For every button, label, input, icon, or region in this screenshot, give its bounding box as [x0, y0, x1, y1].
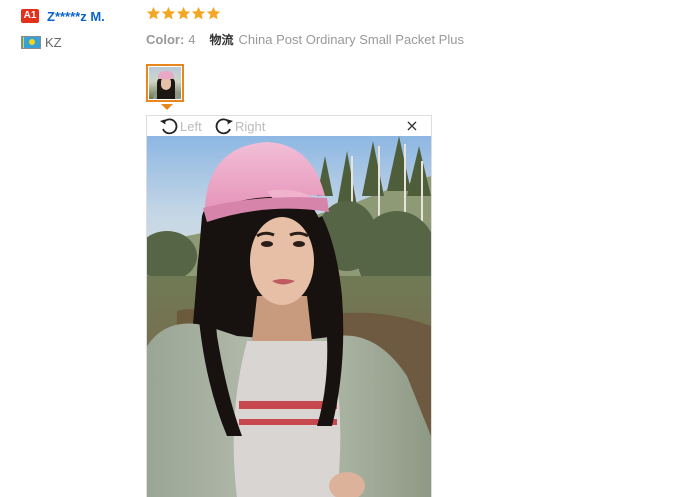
buyer-country: KZ: [21, 34, 62, 50]
rotate-left-icon: [160, 118, 178, 135]
buyer-level-badge: A1: [21, 9, 39, 23]
review-photo: [147, 136, 431, 497]
rotate-left-button[interactable]: Left: [158, 116, 202, 136]
photo-viewer: Left Right ×: [146, 115, 432, 497]
star-icon: [206, 6, 221, 20]
kazakhstan-flag-icon: [21, 35, 41, 49]
order-info: Color: 4 物流 China Post Ordinary Small Pa…: [146, 30, 464, 48]
star-rating: [146, 6, 221, 21]
star-icon: [161, 6, 176, 20]
review-photo-illustration: [147, 136, 431, 497]
color-label: Color:: [146, 31, 185, 47]
star-icon: [191, 6, 206, 20]
thumbnail-image: [149, 67, 181, 99]
shipping-value: China Post Ordinary Small Packet Plus: [238, 31, 464, 47]
buyer-info: A1 Z*****z M.: [21, 8, 105, 24]
close-icon[interactable]: ×: [405, 118, 419, 134]
star-icon: [146, 6, 161, 20]
review-item: A1 Z*****z M. KZ Color: 4 物流 China Post …: [0, 0, 694, 497]
rotate-right-button[interactable]: Right: [213, 116, 265, 136]
country-code: KZ: [45, 34, 62, 50]
thumbnail-pointer-icon: [161, 104, 173, 110]
review-photo-thumbnail[interactable]: [146, 64, 184, 102]
viewer-toolbar: Left Right ×: [147, 116, 431, 136]
shipping-label: 物流: [209, 32, 234, 47]
rotate-left-label: Left: [180, 118, 202, 134]
star-icon: [176, 6, 191, 20]
rotate-right-label: Right: [235, 118, 266, 134]
color-value: 4: [188, 31, 196, 47]
buyer-name[interactable]: Z*****z M.: [47, 9, 105, 24]
rotate-right-icon: [215, 118, 233, 135]
